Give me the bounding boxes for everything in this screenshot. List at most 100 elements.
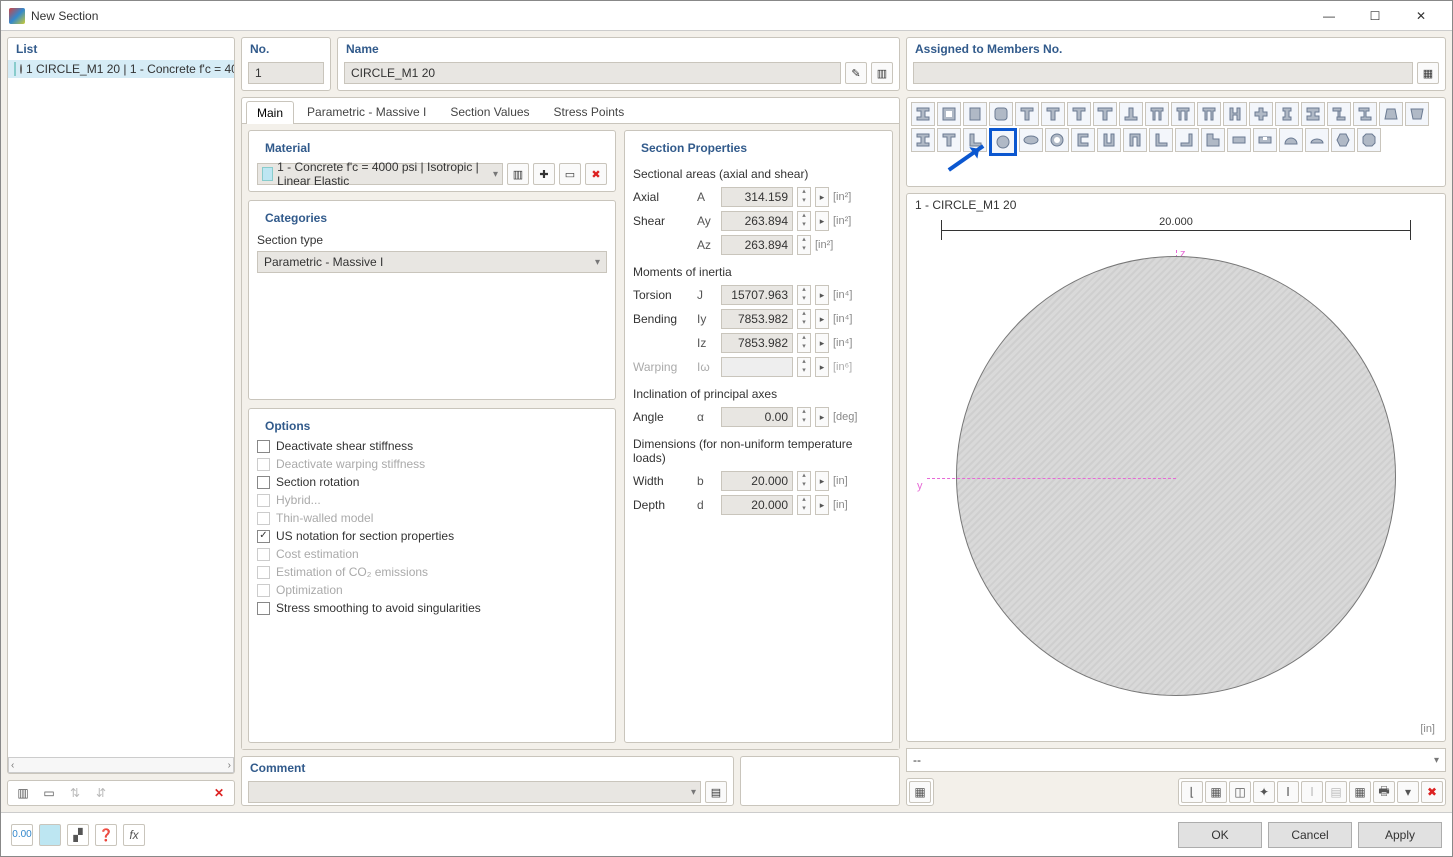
width-spin[interactable]: ▴▾ (797, 471, 811, 491)
shape-half-ellipse[interactable] (1305, 128, 1329, 152)
shape-ring[interactable] (1045, 128, 1069, 152)
shape-cross[interactable] (1249, 102, 1273, 126)
shape-i-narrow[interactable] (1275, 102, 1299, 126)
shape-u-rev[interactable] (1123, 128, 1147, 152)
apply-button[interactable]: Apply (1358, 822, 1442, 848)
edit-name-button[interactable]: ✎ (845, 62, 867, 84)
axial-spin[interactable]: ▴▾ (797, 187, 811, 207)
shape-trap[interactable] (1379, 102, 1403, 126)
shape-wide-flange[interactable] (1301, 102, 1325, 126)
preview-shear-button[interactable]: Ⅰ (1301, 781, 1323, 803)
tab-section-values[interactable]: Section Values (439, 100, 540, 123)
assigned-pick-button[interactable]: ▦ (1417, 62, 1439, 84)
shape-z[interactable] (1327, 102, 1351, 126)
depth-spin[interactable]: ▴▾ (797, 495, 811, 515)
axial-go[interactable]: ▸ (815, 187, 829, 207)
axial-input[interactable]: 314.159 (721, 187, 793, 207)
new-item-button[interactable]: ▥ (12, 782, 34, 804)
preview-view-select[interactable]: -- ▾ (906, 748, 1446, 772)
bending-y-go[interactable]: ▸ (815, 309, 829, 329)
shape-pi[interactable] (1171, 102, 1195, 126)
shape-i-monosym[interactable] (911, 128, 935, 152)
bending-z-input[interactable]: 7853.982 (721, 333, 793, 353)
material-copy-button[interactable]: ▭ (559, 163, 581, 185)
minimize-button[interactable]: — (1306, 1, 1352, 31)
width-input[interactable]: 20.000 (721, 471, 793, 491)
shape-rect-hollow[interactable] (937, 102, 961, 126)
shape-tee-double[interactable] (1145, 102, 1169, 126)
list-h-scrollbar[interactable]: ‹› (8, 757, 234, 773)
chk-section-rotation[interactable] (257, 476, 270, 489)
tab-parametric[interactable]: Parametric - Massive I (296, 100, 437, 123)
color-button[interactable] (39, 824, 61, 846)
torsion-go[interactable]: ▸ (815, 285, 829, 305)
chk-deactivate-shear[interactable] (257, 440, 270, 453)
shape-u[interactable] (1097, 128, 1121, 152)
material-delete-button[interactable]: ✖ (585, 163, 607, 185)
shape-tee[interactable] (1041, 102, 1065, 126)
angle-input[interactable]: 0.00 (721, 407, 793, 427)
shape-tee-asym[interactable] (937, 128, 961, 152)
chk-stress-smoothing[interactable] (257, 602, 270, 615)
shape-hexagon[interactable] (1331, 128, 1355, 152)
shape-circle[interactable] (989, 128, 1017, 156)
shape-c[interactable] (1071, 128, 1095, 152)
bending-z-spin[interactable]: ▴▾ (797, 333, 811, 353)
preview-grid-button[interactable]: ▦ (1349, 781, 1371, 803)
shear-z-spin[interactable]: ▴▾ (797, 235, 811, 255)
depth-input[interactable]: 20.000 (721, 495, 793, 515)
preview-print-button[interactable]: 🖶 (1373, 781, 1395, 803)
angle-spin[interactable]: ▴▾ (797, 407, 811, 427)
shape-pi-2[interactable] (1197, 102, 1221, 126)
no-input[interactable]: 1 (248, 62, 324, 84)
torsion-spin[interactable]: ▴▾ (797, 285, 811, 305)
tab-main[interactable]: Main (246, 101, 294, 124)
preview-dims-button[interactable]: ▦ (1205, 781, 1227, 803)
shear-z-input[interactable]: 263.894 (721, 235, 793, 255)
shape-angle[interactable] (1149, 128, 1173, 152)
shape-square-round[interactable] (989, 102, 1013, 126)
shape-tee-bot[interactable] (1119, 102, 1143, 126)
list-item[interactable]: 1 CIRCLE_M1 20 | 1 - Concrete f'c = 40 (8, 60, 234, 78)
preview-stress-button[interactable]: ◫ (1229, 781, 1251, 803)
preview-coords-button[interactable]: ⌊ (1181, 781, 1203, 803)
shape-tee-wide[interactable] (1093, 102, 1117, 126)
shape-trap-rev[interactable] (1405, 102, 1429, 126)
ok-button[interactable]: OK (1178, 822, 1262, 848)
shape-slab-groove[interactable] (1253, 128, 1277, 152)
shape-octagon[interactable] (1357, 128, 1381, 152)
material-select[interactable]: 1 - Concrete f'c = 4000 psi | Isotropic … (257, 163, 503, 185)
shear-y-spin[interactable]: ▴▾ (797, 211, 811, 231)
shape-slab[interactable] (1227, 128, 1251, 152)
shear-y-go[interactable]: ▸ (815, 211, 829, 231)
maximize-button[interactable]: ☐ (1352, 1, 1398, 31)
shape-step[interactable] (1201, 128, 1225, 152)
shape-i-beam[interactable] (911, 102, 935, 126)
shape-tee-taper[interactable] (1067, 102, 1091, 126)
preview-canvas[interactable]: 20.000 z y [in] (911, 220, 1441, 737)
chk-us-notation[interactable] (257, 530, 270, 543)
fx-button[interactable]: fx (123, 824, 145, 846)
cancel-button[interactable]: Cancel (1268, 822, 1352, 848)
comment-browse-button[interactable]: ▤ (705, 781, 727, 803)
shape-semicircle[interactable] (1279, 128, 1303, 152)
preview-principal-button[interactable]: Ⅰ (1277, 781, 1299, 803)
preview-tool-1[interactable]: ▦ (909, 781, 931, 803)
copy-item-button[interactable]: ▭ (38, 782, 60, 804)
shape-ellipse[interactable] (1019, 128, 1043, 152)
shape-i-offset[interactable] (1353, 102, 1377, 126)
view-button[interactable]: ▞ (67, 824, 89, 846)
shape-tee-up[interactable] (1015, 102, 1039, 126)
angle-go[interactable]: ▸ (815, 407, 829, 427)
shape-h[interactable] (1223, 102, 1247, 126)
sort-desc-button[interactable]: ⇵ (90, 782, 112, 804)
comment-input[interactable]: ▾ (248, 781, 701, 803)
tab-stress-points[interactable]: Stress Points (543, 100, 636, 123)
close-button[interactable]: ✕ (1398, 1, 1444, 31)
library-button[interactable]: ▥ (871, 62, 893, 84)
preview-delete-button[interactable]: ✖ (1421, 781, 1443, 803)
bending-y-input[interactable]: 7853.982 (721, 309, 793, 329)
material-new-button[interactable]: ✚ (533, 163, 555, 185)
help-button[interactable]: ❓ (95, 824, 117, 846)
section-type-select[interactable]: Parametric - Massive I ▾ (257, 251, 607, 273)
